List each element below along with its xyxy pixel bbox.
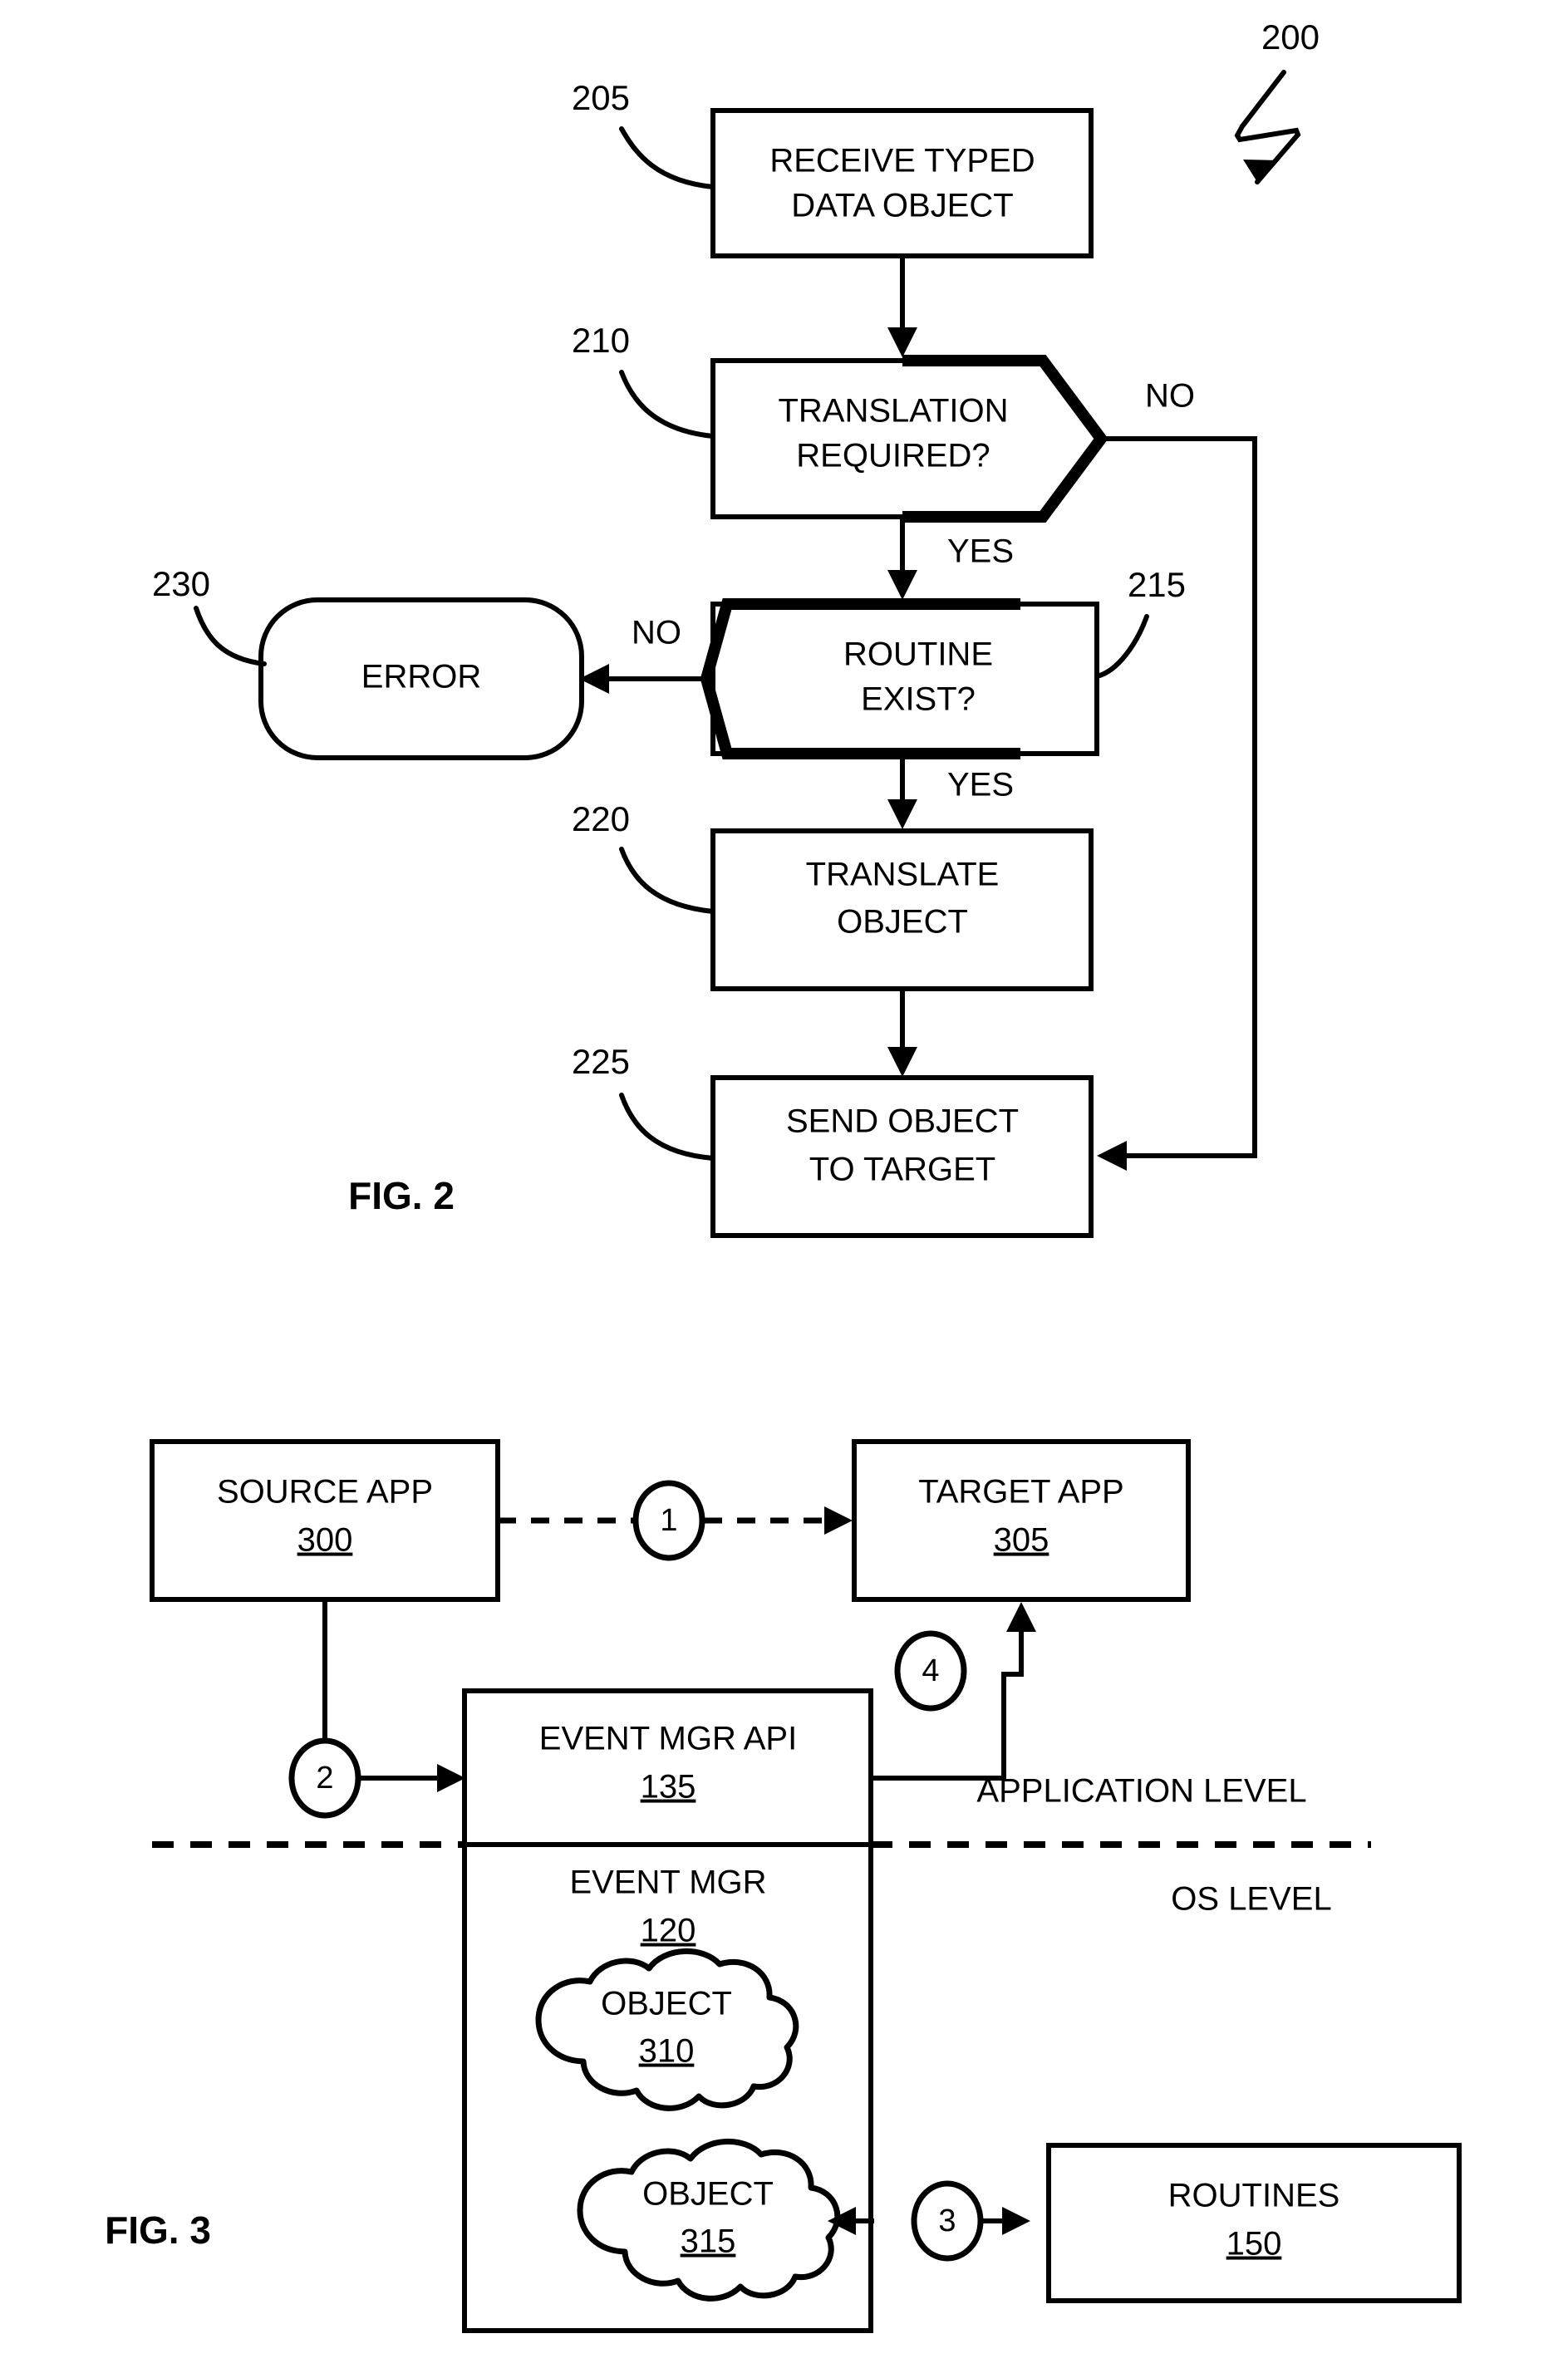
fig2-connector-210-to-215-arrowhead: [887, 570, 917, 600]
fig2-branch-label-translation-no: NO: [1145, 378, 1195, 415]
fig3-level-label-os: OS LEVEL: [1171, 1881, 1331, 1918]
fig2-node-210-leader: [619, 370, 715, 439]
fig3-box-target-app-ref: 305: [994, 1522, 1049, 1559]
fig3-box-routines-ref: 150: [1226, 2226, 1282, 2262]
fig3-connector-1-arrowhead: [824, 1506, 853, 1535]
fig2-node-220: TRANSLATE OBJECT 220: [572, 799, 1094, 991]
fig2-node-205-line2: DATA OBJECT: [791, 188, 1013, 224]
fig3-box-target-app: TARGET APP 305: [852, 1439, 1191, 1602]
fig3-box-routines-title: ROUTINES: [1168, 2178, 1340, 2214]
patent-drawing-sheet: 200 RECEIVE TYPED DATA OBJECT 205 TRANSL…: [0, 0, 1568, 2373]
fig2-node-220-line2: OBJECT: [837, 904, 968, 941]
fig3-step-marker-4: 4: [894, 1630, 967, 1712]
fig2-connector-210-no: [1101, 436, 1257, 1158]
fig3-connector-4-arrowhead: [1006, 1602, 1036, 1632]
fig3-step-marker-2: 2: [288, 1737, 361, 1819]
fig3-step-marker-4-label: 4: [922, 1653, 939, 1688]
fig3-box-event-mgr-title: EVENT MGR: [569, 1864, 766, 1901]
fig3-cloud-object-315-ref: 315: [681, 2223, 736, 2260]
fig3-caption: FIG. 3: [105, 2208, 211, 2252]
fig2-node-220-ref: 220: [572, 799, 630, 838]
fig3-box-source-app-title: SOURCE APP: [217, 1474, 433, 1511]
fig3-cloud-object-310-ref: 310: [639, 2033, 695, 2070]
fig2-node-205-box: [710, 108, 1094, 258]
fig3-box-source-app: SOURCE APP 300: [150, 1439, 500, 1602]
fig2-node-220-line1: TRANSLATE: [806, 857, 1000, 893]
fig2-branch-label-translation-yes: YES: [947, 533, 1014, 570]
fig3-box-routines-rect: [1046, 2143, 1462, 2303]
fig3-box-routines: ROUTINES 150: [1046, 2143, 1462, 2303]
fig2-node-215-line1: ROUTINE: [843, 636, 993, 673]
fig2-node-205-leader: [619, 126, 715, 189]
fig3-box-source-app-ref: 300: [297, 1522, 353, 1559]
fig2-node-205-ref: 205: [572, 78, 630, 117]
fig2-node-210-ref: 210: [572, 321, 630, 360]
fig3-level-label-application: APPLICATION LEVEL: [976, 1773, 1306, 1810]
fig3-box-event-mgr-api-ref: 135: [641, 1769, 696, 1806]
fig2-node-225-leader: [619, 1093, 715, 1161]
fig3-cloud-object-315-title: OBJECT: [642, 2176, 774, 2213]
fig3-step-marker-1: 1: [632, 1480, 705, 1561]
fig2-node-210-line1: TRANSLATION: [778, 393, 1008, 430]
fig2-node-225: SEND OBJECT TO TARGET 225: [572, 1042, 1094, 1238]
fig3-step-marker-1-label: 1: [660, 1503, 677, 1538]
fig2-node-225-line1: SEND OBJECT: [786, 1103, 1019, 1140]
fig2-node-230: ERROR 230: [152, 564, 584, 760]
fig2-connector-205-to-210-arrowhead: [887, 327, 917, 357]
fig2-connector-215-to-220-arrowhead: [887, 799, 917, 829]
fig2-node-215-box: [710, 602, 1099, 756]
fig3-connector-2-arrowhead: [437, 1764, 465, 1792]
fig3-step-marker-3: 3: [911, 2180, 984, 2262]
fig2-node-220-leader: [619, 847, 715, 914]
fig2-node-210: TRANSLATION REQUIRED? 210: [572, 321, 1108, 523]
fig2-node-215-line2: EXIST?: [861, 681, 976, 718]
fig3-box-target-app-rect: [852, 1439, 1191, 1602]
fig2-connector-220-to-225-arrowhead: [887, 1047, 917, 1077]
fig2-node-205: RECEIVE TYPED DATA OBJECT 205: [572, 78, 1094, 258]
fig2-node-215-leader: [1094, 614, 1149, 679]
figure-canvas: 200 RECEIVE TYPED DATA OBJECT 205 TRANSL…: [105, 17, 1462, 2333]
fig2-node-215-ref: 215: [1128, 565, 1186, 604]
fig3-box-event-mgr-ref: 120: [641, 1913, 696, 1949]
fig2-node-230-ref: 230: [152, 564, 210, 603]
fig2-node-225-line2: TO TARGET: [809, 1152, 995, 1188]
fig2-caption: FIG. 2: [348, 1174, 455, 1217]
fig2-node-230-leader: [194, 606, 267, 666]
fig3-box-event-mgr-api-title: EVENT MGR API: [539, 1721, 797, 1757]
fig2-node-210-line2: REQUIRED?: [796, 438, 990, 474]
fig2-overall-ref-number: 200: [1261, 17, 1320, 56]
fig3-cloud-object-310-title: OBJECT: [601, 1986, 732, 2022]
fig2-node-215: ROUTINE EXIST? 215: [700, 565, 1186, 759]
fig3-box-event-mgr-api-rect: [462, 1688, 873, 1847]
fig2-overall-ref: 200: [1234, 17, 1320, 184]
fig2-node-205-line1: RECEIVE TYPED: [769, 143, 1035, 179]
fig3-step-marker-3-label: 3: [938, 2204, 956, 2238]
fig2-branch-label-routine-no: NO: [632, 615, 681, 651]
fig2-node-225-ref: 225: [572, 1042, 630, 1081]
fig3-step-marker-2-label: 2: [316, 1761, 333, 1796]
fig2-node-230-label: ERROR: [361, 659, 481, 695]
fig2-branch-label-routine-yes: YES: [947, 767, 1014, 803]
fig3-box-source-app-rect: [150, 1439, 500, 1602]
fig2-connector-210-no-arrowhead: [1097, 1141, 1127, 1171]
fig3-box-target-app-title: TARGET APP: [918, 1474, 1123, 1511]
fig3-connector-3-right-arrowhead: [1002, 2207, 1030, 2235]
